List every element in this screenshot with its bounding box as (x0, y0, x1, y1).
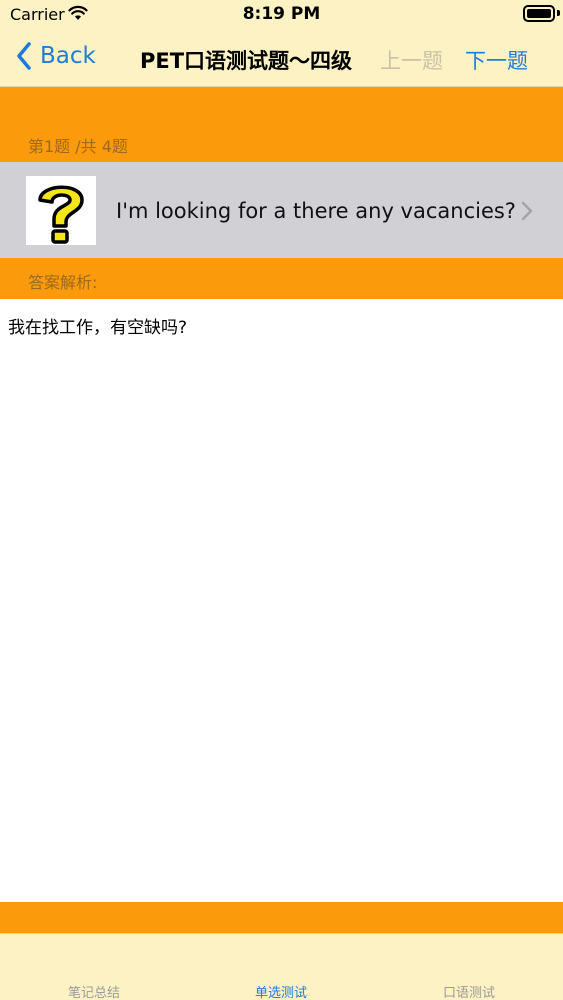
answer-text: 我在找工作，有空缺吗? (8, 318, 188, 338)
page-title: PET口语测试题～四级 (140, 49, 353, 73)
question-image (26, 176, 96, 245)
next-question-button[interactable]: 下一题 (465, 45, 528, 75)
tab-notes-summary[interactable]: 笔记总结 (34, 982, 154, 1000)
chevron-right-icon (521, 201, 533, 221)
battery-icon (523, 5, 555, 22)
question-counter: 第1题 /共 4题 (28, 137, 128, 156)
answer-label: 答案解析: (28, 273, 98, 292)
question-row[interactable]: I'm looking for a there any vacancies? (0, 162, 563, 258)
footer-band (0, 902, 563, 933)
chevron-left-icon (17, 42, 31, 70)
navigation-bar: Back PET口语测试题～四级 上一题 下一题 (0, 30, 563, 87)
answer-content: 我在找工作，有空缺吗? (0, 299, 563, 902)
tab-speaking-test[interactable]: 口语测试 (409, 982, 529, 1000)
answer-section-header: 答案解析: (0, 258, 563, 299)
previous-question-button[interactable]: 上一题 (380, 45, 443, 75)
battery-tip (557, 10, 560, 16)
back-button[interactable]: Back (16, 42, 96, 70)
back-label: Back (40, 43, 96, 69)
clock: 8:19 PM (242, 4, 321, 24)
tab-bar: 笔记总结 单选测试 口语测试 (0, 933, 563, 1000)
question-text: I'm looking for a there any vacancies? (116, 199, 516, 223)
tab-single-choice-test[interactable]: 单选测试 (221, 982, 341, 1000)
status-bar: Carrier 8:19 PM (0, 0, 563, 30)
question-mark-icon (38, 185, 84, 244)
